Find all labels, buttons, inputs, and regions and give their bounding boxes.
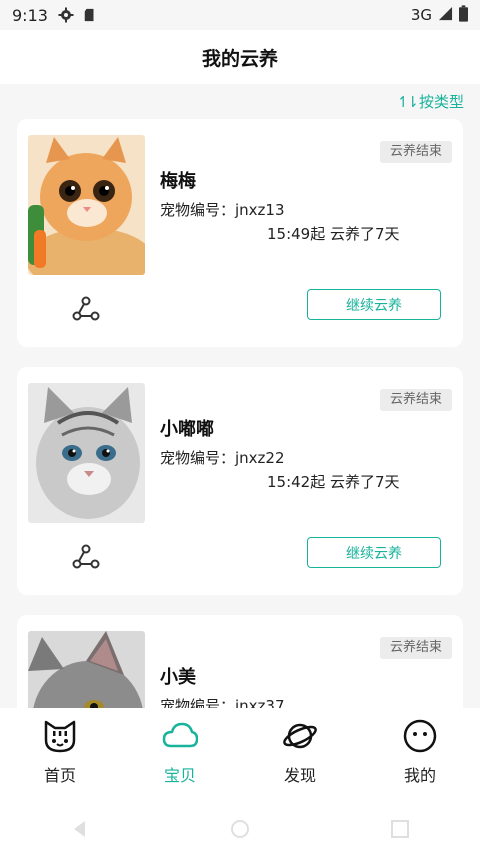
tab-mine-label: 我的 bbox=[403, 766, 436, 785]
sort-icon: ↿⇂ bbox=[396, 92, 419, 111]
pet-number: 宠物编号：jnxz22 bbox=[160, 449, 285, 467]
smiley-face-icon bbox=[403, 719, 437, 753]
share-icon[interactable] bbox=[72, 544, 100, 570]
page-title: 我的云养 bbox=[201, 47, 278, 70]
pet-card[interactable]: 云养结束 小嘟嘟 宠物编号：jnxz22 15:42起 云养了7天 继续云养 bbox=[17, 367, 463, 595]
battery-icon bbox=[459, 4, 468, 26]
cloud-icon bbox=[162, 722, 198, 748]
cat-face-icon bbox=[44, 720, 76, 753]
pet-card[interactable]: 云养结束 梅梅 宠物编号：jnxz13 15:49起 云养了7天 继续云养 bbox=[17, 119, 463, 347]
pet-name: 梅梅 bbox=[160, 171, 196, 192]
tab-discover-label: 发现 bbox=[283, 766, 316, 785]
signal-icon bbox=[438, 6, 453, 25]
sort-by-type-button[interactable]: ↿⇂ 按类型 bbox=[397, 91, 464, 112]
bottom-tab-bar: 首页 宝贝 发现 我的 bbox=[0, 708, 480, 853]
tab-home-label: 首页 bbox=[43, 766, 76, 785]
app-header: 我的云养 bbox=[0, 30, 480, 84]
pet-name: 小嘟嘟 bbox=[160, 419, 214, 440]
status-right: 3G bbox=[410, 4, 468, 26]
tab-baby[interactable]: 宝贝 bbox=[120, 718, 240, 788]
planet-icon bbox=[283, 723, 317, 749]
status-time: 9:13 bbox=[12, 5, 48, 25]
recents-icon[interactable] bbox=[389, 818, 411, 840]
tab-discover[interactable]: 发现 bbox=[240, 718, 360, 788]
continue-adopt-button[interactable]: 继续云养 bbox=[307, 537, 441, 568]
system-nav-bar bbox=[0, 805, 480, 853]
status-bar: 9:13 3G bbox=[0, 0, 480, 30]
sd-card-icon bbox=[82, 7, 98, 23]
home-icon[interactable] bbox=[229, 818, 251, 840]
orange-cat-photo bbox=[28, 135, 145, 275]
status-badge: 云养结束 bbox=[379, 141, 452, 163]
sort-label: 按类型 bbox=[418, 93, 464, 111]
tab-mine[interactable]: 我的 bbox=[360, 718, 480, 788]
tab-baby-label: 宝贝 bbox=[163, 766, 196, 785]
share-icon[interactable] bbox=[72, 296, 100, 322]
continue-adopt-button[interactable]: 继续云养 bbox=[307, 289, 441, 320]
tabby-kitten-photo bbox=[28, 383, 145, 523]
status-badge: 云养结束 bbox=[379, 637, 452, 659]
pet-name: 小美 bbox=[160, 667, 196, 688]
adopt-time: 15:49起 云养了7天 bbox=[267, 225, 400, 243]
back-icon[interactable] bbox=[69, 818, 91, 840]
gear-icon bbox=[58, 7, 74, 23]
tab-home[interactable]: 首页 bbox=[0, 718, 120, 788]
status-badge: 云养结束 bbox=[379, 389, 452, 411]
network-type: 3G bbox=[410, 6, 432, 24]
adopt-time: 15:42起 云养了7天 bbox=[267, 473, 400, 491]
pet-number: 宠物编号：jnxz13 bbox=[160, 201, 285, 219]
